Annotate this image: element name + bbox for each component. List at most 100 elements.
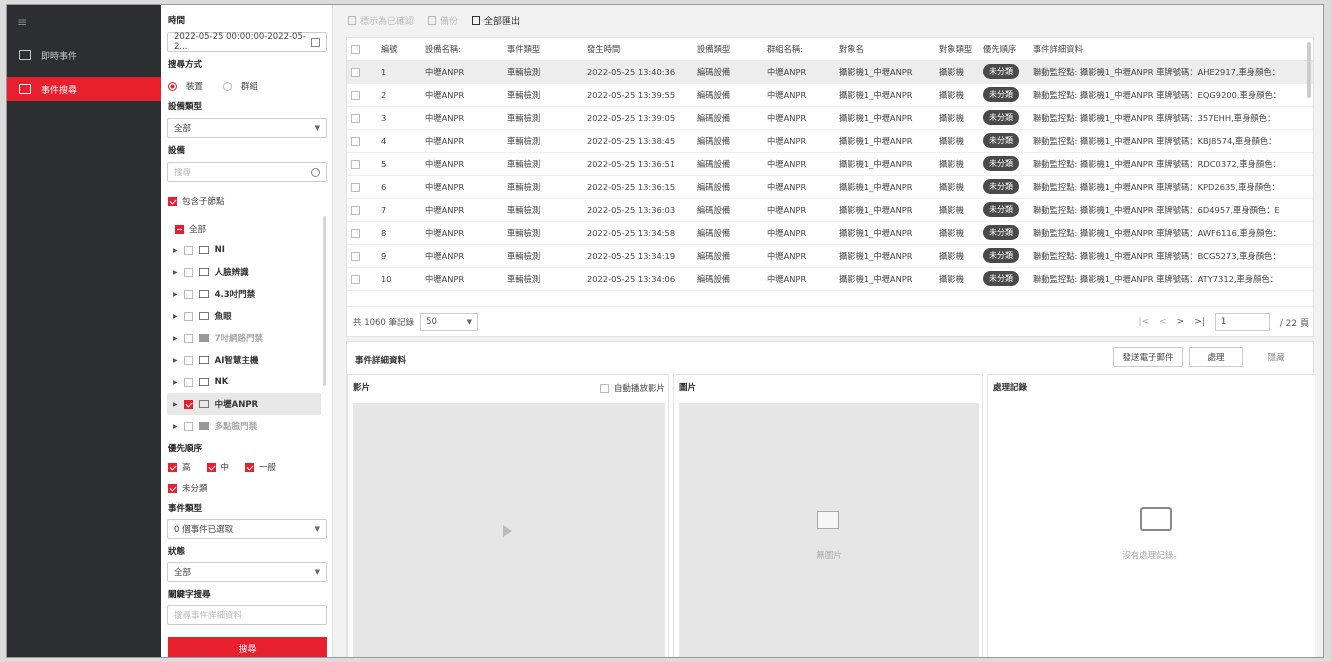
export-all-button[interactable]: 全部匯出 [472, 14, 520, 27]
row-checkbox[interactable] [351, 205, 360, 215]
tree-node-checkbox[interactable] [183, 311, 193, 321]
backup-button[interactable]: 備份 [428, 14, 458, 27]
col-header[interactable]: 群組名稱: [763, 38, 835, 61]
video-player[interactable] [353, 403, 665, 657]
tree-node-checkbox[interactable] [183, 377, 193, 387]
col-header[interactable]: 設備名稱: [421, 38, 503, 61]
col-header[interactable]: 設備類型 [693, 38, 763, 61]
radio-group[interactable] [223, 81, 233, 91]
first-page-icon[interactable]: |< [1139, 317, 1150, 327]
tree-node[interactable]: ▶ AI智慧主機 [167, 349, 321, 371]
calendar-icon[interactable] [311, 37, 320, 47]
tree-node-checkbox[interactable] [183, 399, 193, 409]
priority-normal-checkbox[interactable] [245, 462, 255, 472]
row-select-cell[interactable] [347, 152, 377, 176]
caret-right-icon[interactable]: ▶ [173, 357, 178, 364]
col-header[interactable]: 對象名 [835, 38, 935, 61]
last-page-icon[interactable]: >| [1194, 317, 1205, 327]
row-select-cell[interactable] [347, 267, 377, 291]
table-row[interactable]: 10 中壢ANPR 車輛檢測 2022-05-25 13:34:06 編碼設備 中壢ANP… [347, 267, 1313, 291]
priority-high-checkbox[interactable] [168, 462, 177, 472]
priority-mid-checkbox[interactable] [206, 462, 216, 472]
tree-node-checkbox[interactable] [183, 289, 193, 299]
tree-node-checkbox[interactable] [183, 333, 193, 343]
send-email-button[interactable]: 發送電子郵件 [1113, 347, 1183, 367]
tree-node-checkbox[interactable] [183, 267, 193, 277]
table-row[interactable]: 2 中壢ANPR 車輛檢測 2022-05-25 13:39:55 編碼設備 中壢ANPR… [347, 83, 1313, 107]
select-all-cell[interactable] [347, 38, 377, 61]
play-icon[interactable] [503, 525, 512, 537]
caret-right-icon[interactable]: ▶ [173, 379, 178, 386]
row-select-cell[interactable] [347, 198, 377, 222]
caret-right-icon[interactable]: ▶ [173, 247, 178, 254]
tree-node-checkbox[interactable] [183, 355, 193, 365]
device-search-input[interactable]: 搜尋 [167, 162, 327, 182]
row-checkbox[interactable] [351, 251, 360, 261]
tree-root-checkbox[interactable] [175, 224, 184, 234]
tree-node[interactable]: ▶ 多點臉門禁 [167, 415, 321, 435]
include-child-checkbox[interactable] [168, 196, 177, 206]
tree-node[interactable]: ▶ 4.3吋門禁 [167, 283, 321, 305]
table-row[interactable]: 9 中壢ANPR 車輛檢測 2022-05-25 13:34:19 編碼設備 中壢ANPR… [347, 244, 1313, 268]
search-icon[interactable] [311, 167, 320, 177]
row-checkbox[interactable] [351, 136, 360, 146]
caret-right-icon[interactable]: ▶ [173, 401, 178, 408]
menu-icon[interactable]: ≡ [17, 15, 27, 29]
table-row[interactable]: 5 中壢ANPR 車輛檢測 2022-05-25 13:36:51 編碼設備 中壢ANPR… [347, 152, 1313, 176]
handle-button[interactable]: 處理 [1189, 347, 1243, 367]
col-header[interactable]: 優先順序 [979, 38, 1029, 61]
table-row[interactable]: 4 中壢ANPR 車輛檢測 2022-05-25 13:38:45 編碼設備 中壢ANPR… [347, 129, 1313, 153]
include-child-row[interactable]: 包含子節點 [168, 195, 225, 207]
caret-right-icon[interactable]: ▶ [173, 335, 178, 342]
select-all-checkbox[interactable] [351, 44, 360, 54]
row-checkbox[interactable] [351, 113, 360, 123]
caret-right-icon[interactable]: ▶ [173, 269, 178, 276]
row-checkbox[interactable] [351, 228, 360, 238]
prev-page-icon[interactable]: < [1159, 317, 1167, 327]
row-select-cell[interactable] [347, 221, 377, 245]
table-scrollbar[interactable] [1307, 42, 1311, 98]
page-size-select[interactable]: 50 ▼ [420, 312, 479, 331]
time-range-input[interactable]: 2022-05-25 00:00:00-2022-05-2... [167, 32, 327, 52]
row-checkbox[interactable] [351, 274, 360, 284]
uncategorized-row[interactable]: 未分類 [168, 482, 208, 494]
row-select-cell[interactable] [347, 83, 377, 107]
caret-right-icon[interactable]: ▶ [173, 423, 178, 430]
row-checkbox[interactable] [351, 159, 360, 169]
table-row[interactable]: 1 中壢ANPR 車輛檢測 2022-05-25 13:40:36 編碼設備 中壢ANPR… [347, 60, 1313, 84]
caret-right-icon[interactable]: ▶ [173, 313, 178, 320]
caret-right-icon[interactable]: ▶ [173, 291, 178, 298]
tree-node[interactable]: ▶ NI [167, 239, 321, 261]
row-select-cell[interactable] [347, 244, 377, 268]
uncategorized-checkbox[interactable] [168, 483, 177, 493]
tree-root[interactable]: 全部 [175, 223, 206, 235]
col-header[interactable]: 對象類型 [935, 38, 979, 61]
hide-button[interactable]: 隱藏 [1249, 347, 1303, 367]
nav-item-event-search[interactable]: 事件搜尋 [7, 77, 161, 101]
row-select-cell[interactable] [347, 60, 377, 84]
search-button[interactable]: 搜尋 [168, 637, 327, 657]
autoplay-checkbox[interactable] [600, 383, 609, 393]
event-type-select[interactable]: 0 個事件已選取 ▼ [167, 519, 327, 539]
tree-node[interactable]: ▶ 魚眼 [167, 305, 321, 327]
nav-item-live-events[interactable]: 即時事件 [7, 43, 161, 67]
table-row[interactable]: 7 中壢ANPR 車輛檢測 2022-05-25 13:36:03 編碼設備 中壢ANPR… [347, 198, 1313, 222]
autoplay-row[interactable]: 自動播放影片 [600, 382, 665, 394]
table-row[interactable]: 6 中壢ANPR 車輛檢測 2022-05-25 13:36:15 編碼設備 中壢ANPR… [347, 175, 1313, 199]
tree-node[interactable]: ▶ NK [167, 371, 321, 393]
next-page-icon[interactable]: > [1177, 317, 1185, 327]
tree-node-selected[interactable]: ▶ 中壢ANPR [167, 393, 321, 415]
tree-node-checkbox[interactable] [183, 421, 193, 431]
col-header[interactable]: 編號 [377, 38, 421, 61]
device-type-select[interactable]: 全部 ▼ [167, 118, 327, 138]
radio-device[interactable] [168, 81, 177, 91]
tree-node[interactable]: ▶ 7吋網路門禁 [167, 327, 321, 349]
mark-confirmed-button[interactable]: 標示為已確認 [348, 14, 414, 27]
row-checkbox[interactable] [351, 67, 360, 77]
col-header[interactable]: 事件類型 [503, 38, 583, 61]
tree-scrollbar[interactable] [323, 216, 326, 386]
row-checkbox[interactable] [351, 90, 360, 100]
status-select[interactable]: 全部 ▼ [167, 562, 327, 582]
keyword-input[interactable]: 搜尋事件詳細資料 [167, 605, 327, 625]
tree-node[interactable]: ▶ 人臉辨識 [167, 261, 321, 283]
